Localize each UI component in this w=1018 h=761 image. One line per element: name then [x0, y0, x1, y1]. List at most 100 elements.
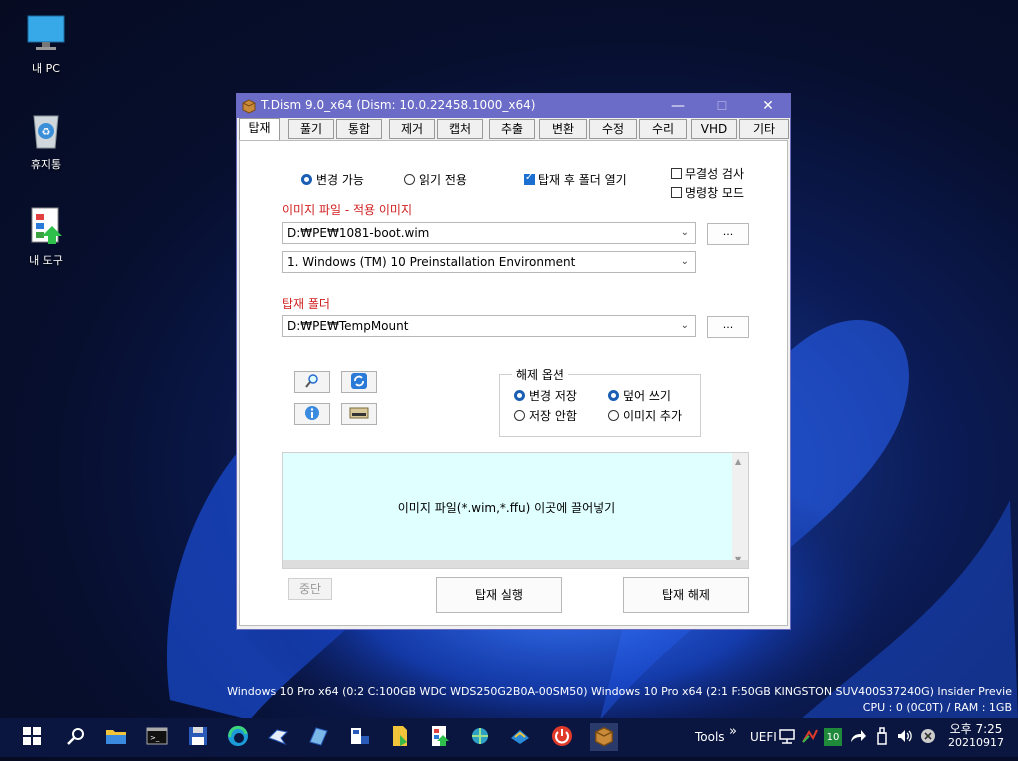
taskbar-search-button[interactable]: [64, 725, 88, 749]
tab-remove[interactable]: 제거: [389, 119, 435, 139]
desktop-icon-my-pc[interactable]: 내 PC: [16, 14, 76, 76]
taskbar-edge[interactable]: [226, 725, 250, 749]
taskbar-tdism[interactable]: [590, 723, 618, 751]
scroll-up-icon[interactable]: ▲: [735, 457, 741, 466]
radio-label: 이미지 추가: [623, 409, 683, 423]
start-button[interactable]: [20, 725, 44, 749]
browse-folder-button[interactable]: ...: [707, 316, 749, 338]
taskbar-app-1[interactable]: [266, 725, 290, 749]
taskbar-explorer[interactable]: [104, 725, 128, 749]
taskbar-my-tools[interactable]: [428, 725, 452, 749]
desktop-icon-recycle-bin[interactable]: ♻ 휴지통: [16, 110, 76, 172]
refresh-button[interactable]: [341, 371, 377, 393]
edge-browser-icon: [227, 725, 249, 750]
tdism-app-icon: [593, 725, 615, 750]
taskbar-app-3[interactable]: [348, 725, 372, 749]
desktop-icon-my-tools[interactable]: 내 도구: [16, 206, 76, 268]
mount-folder-label: 탑재 폴더: [282, 297, 330, 311]
desktop-icon-label: 휴지통: [30, 158, 62, 171]
tray-share[interactable]: [848, 727, 868, 747]
tab-extract[interactable]: 풀기: [288, 119, 334, 139]
drop-area-text: 이미지 파일(*.wim,*.ffu) 이곳에 끌어넣기: [397, 501, 616, 515]
tab-capture[interactable]: 캡처: [437, 119, 483, 139]
power-icon: [551, 725, 573, 750]
radio-indicator: [301, 174, 312, 185]
unmount-button[interactable]: 탑재 해제: [623, 577, 749, 613]
search-icon: [304, 373, 320, 392]
folder-icon: [105, 726, 127, 749]
mount-folder-combo[interactable]: D:₩PE₩TempMount ⌄: [282, 315, 696, 337]
radio-label: 변경 저장: [529, 389, 577, 403]
tray-network-status[interactable]: [777, 727, 797, 747]
tab-export[interactable]: 추출: [489, 119, 535, 139]
system-info-line1: Windows 10 Pro x64 (0:2 C:100GB WDC WDS2…: [227, 685, 1012, 698]
svg-text:♻: ♻: [42, 127, 51, 138]
stop-button[interactable]: 중단: [288, 578, 332, 600]
checkbox-indicator: [671, 168, 682, 179]
tab-etc[interactable]: 기타: [739, 119, 789, 139]
radio-indicator: [404, 174, 415, 185]
tdism-window: T.Dism 9.0_x64 (Dism: 10.0.22458.1000_x6…: [236, 93, 791, 630]
tab-convert[interactable]: 변환: [539, 119, 587, 139]
chevron-down-icon: ⌄: [680, 227, 689, 238]
image-index-combo[interactable]: 1. Windows (TM) 10 Preinstallation Envir…: [282, 251, 696, 273]
recycle-bin-icon: ♻: [26, 110, 66, 150]
browse-image-button[interactable]: ...: [707, 223, 749, 245]
tab-integrate[interactable]: 통합: [336, 119, 382, 139]
radio-read-write[interactable]: 변경 가능: [301, 171, 364, 188]
taskbar-app-2[interactable]: [306, 725, 330, 749]
taskbar-power[interactable]: [550, 725, 574, 749]
log-button[interactable]: [341, 403, 377, 425]
taskbar-backup[interactable]: [508, 725, 532, 749]
mount-run-button[interactable]: 탑재 실행: [436, 577, 562, 613]
radio-discard-changes[interactable]: 저장 안함: [514, 407, 577, 424]
uefi-indicator: UEFI: [750, 730, 777, 744]
integrity-check-checkbox[interactable]: 무결성 검사: [671, 165, 744, 182]
taskbar-app-4[interactable]: [388, 725, 412, 749]
disk-tool-icon: [307, 726, 329, 749]
search-button[interactable]: [294, 371, 330, 393]
radio-save-changes[interactable]: 변경 저장: [514, 387, 577, 404]
tray-close[interactable]: [918, 727, 938, 747]
taskbar-network[interactable]: [468, 725, 492, 749]
cmd-mode-checkbox[interactable]: 명령창 모드: [671, 184, 744, 201]
radio-append-image[interactable]: 이미지 추가: [608, 407, 682, 424]
taskbar-cmd[interactable]: >_: [145, 725, 169, 749]
tab-vhd[interactable]: VHD: [691, 119, 737, 139]
tray-badge-10[interactable]: 10: [824, 728, 842, 746]
document-tool-icon: [390, 725, 410, 750]
clock[interactable]: 오후 7:25 20210917: [948, 722, 1004, 761]
drop-area[interactable]: 이미지 파일(*.wim,*.ffu) 이곳에 끌어넣기 ▲ ▼: [282, 452, 749, 569]
title-bar[interactable]: T.Dism 9.0_x64 (Dism: 10.0.22458.1000_x6…: [237, 94, 790, 118]
checkbox-label: 무결성 검사: [685, 167, 745, 181]
tray-volume[interactable]: [895, 727, 915, 747]
radio-indicator: [608, 410, 619, 421]
console-icon: [349, 407, 369, 422]
tab-repair[interactable]: 수리: [639, 119, 687, 139]
radio-overwrite[interactable]: 덮어 쓰기: [608, 387, 671, 404]
info-button[interactable]: [294, 403, 330, 425]
mount-folder-value: D:₩PE₩TempMount: [287, 319, 409, 333]
tray-usb[interactable]: [872, 726, 892, 747]
image-file-combo[interactable]: D:₩PE₩1081-boot.wim ⌄: [282, 222, 696, 244]
tools-toolbar-label[interactable]: Tools: [695, 718, 725, 757]
radio-read-only[interactable]: 읽기 전용: [404, 171, 467, 188]
taskbar-save-tool[interactable]: [186, 725, 210, 749]
partition-tool-icon: [349, 726, 371, 749]
clock-date: 20210917: [948, 736, 1004, 749]
vertical-scrollbar[interactable]: ▲ ▼: [732, 453, 748, 568]
taskbar: >_ Tools » UEFI 10 오후 7:25 20210917: [0, 718, 1018, 757]
tray-app-arrow[interactable]: [800, 727, 820, 747]
minimize-button[interactable]: —: [661, 94, 695, 118]
volume-icon: [896, 728, 914, 747]
network-status-icon: [778, 728, 796, 747]
tab-modify[interactable]: 수정: [589, 119, 637, 139]
checkbox-label: 명령창 모드: [685, 186, 745, 200]
close-button[interactable]: ✕: [751, 94, 785, 118]
horizontal-scrollbar[interactable]: [283, 560, 748, 568]
open-folder-checkbox[interactable]: 탑재 후 폴더 열기: [524, 171, 627, 188]
maximize-button[interactable]: ☐: [705, 94, 739, 118]
checkbox-indicator: [671, 187, 682, 198]
toolbar-overflow-chevron[interactable]: »: [729, 712, 737, 751]
tab-mount[interactable]: 탑재: [239, 118, 280, 141]
